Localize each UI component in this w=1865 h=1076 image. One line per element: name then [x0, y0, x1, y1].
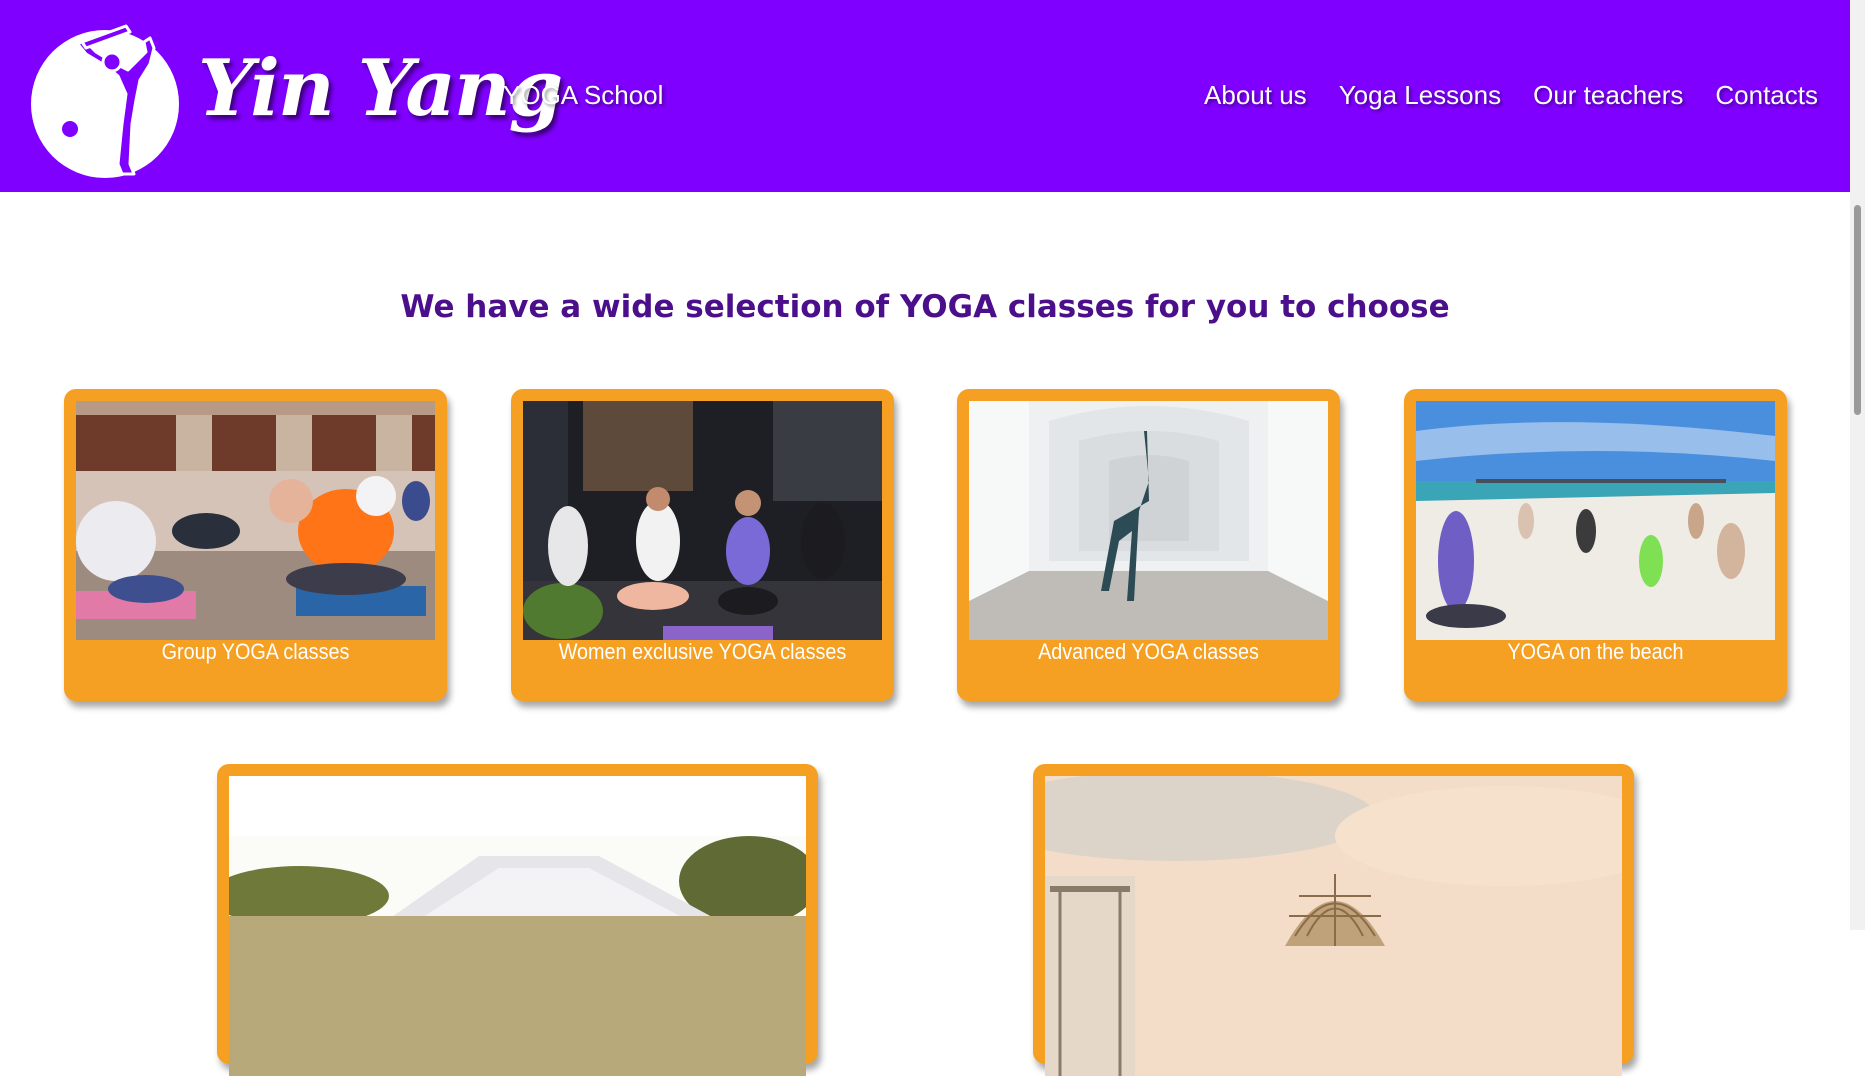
class-card-sunset[interactable] [1033, 764, 1634, 1076]
scrollbar-thumb[interactable] [1854, 205, 1861, 415]
logo-subtitle: YOGA School [503, 80, 664, 110]
page-headline: We have a wide selection of YOGA classes… [400, 288, 1450, 325]
nav-contacts[interactable]: Contacts [1715, 80, 1818, 111]
yoga-pose-logo-icon[interactable] [26, 14, 184, 178]
group-yoga-photo [76, 401, 435, 640]
women-yoga-photo [523, 401, 882, 640]
class-card-title: Women exclusive YOGA classes [558, 639, 847, 664]
tent-yoga-photo [229, 776, 806, 1076]
class-card-advanced[interactable]: Advanced YOGA classes [957, 389, 1340, 701]
class-card-group[interactable]: Group YOGA classes [64, 389, 447, 701]
class-card-women[interactable]: Women exclusive YOGA classes [511, 389, 894, 701]
page-scrollbar[interactable] [1850, 0, 1865, 930]
advanced-yoga-photo [969, 401, 1328, 640]
sunset-yoga-photo [1045, 776, 1622, 1076]
class-card-tent[interactable] [217, 764, 818, 1076]
class-card-title: Advanced YOGA classes [1038, 639, 1259, 664]
class-card-beach[interactable]: YOGA on the beach [1404, 389, 1787, 701]
nav-about-us[interactable]: About us [1204, 80, 1307, 111]
main-nav: About us Yoga Lessons Our teachers Conta… [1204, 80, 1818, 111]
site-header: Yin Yang YOGA School About us Yoga Lesso… [0, 0, 1850, 192]
nav-our-teachers[interactable]: Our teachers [1533, 80, 1683, 111]
nav-yoga-lessons[interactable]: Yoga Lessons [1339, 80, 1501, 111]
beach-yoga-photo [1416, 401, 1775, 640]
class-card-title: Group YOGA classes [161, 639, 350, 664]
class-card-title: YOGA on the beach [1507, 639, 1684, 664]
